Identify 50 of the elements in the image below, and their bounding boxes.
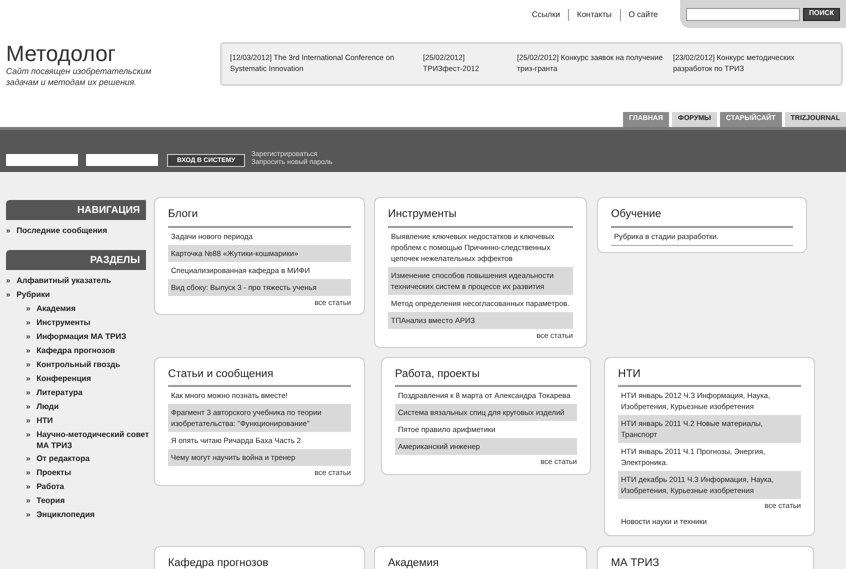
sidebar-heading: НАВИГАЦИЯ <box>6 200 146 220</box>
bullet-icon: » <box>26 429 30 451</box>
sidebar-link[interactable]: Информация МА ТРИЗ <box>36 331 126 343</box>
bullet-icon: » <box>26 509 30 521</box>
bullet-icon: » <box>26 467 30 479</box>
sidebar-link[interactable]: Рубрики <box>16 289 50 301</box>
sidebar-link[interactable]: Инструменты <box>36 317 90 329</box>
top-link[interactable]: Ссылки <box>524 9 568 21</box>
bullet-icon: » <box>6 225 10 237</box>
sidebar-link[interactable]: Литература <box>36 387 82 399</box>
sidebar-link[interactable]: Теория <box>36 495 65 507</box>
panel-title: Кафедра прогнозов <box>168 554 351 569</box>
sidebar-link[interactable]: Люди <box>36 401 59 413</box>
site-tagline: Сайт посвящен изобретательским задачам и методам их решения. <box>6 66 152 88</box>
password-field[interactable] <box>86 154 158 166</box>
bullet-icon: » <box>26 453 30 465</box>
sidebar-link[interactable]: Проекты <box>36 467 72 479</box>
bullet-icon: » <box>26 415 30 427</box>
search-field[interactable] <box>686 8 800 20</box>
panel-title: Академия <box>388 554 573 569</box>
sidebar-link[interactable]: Последние сообщения <box>16 225 108 237</box>
bullet-icon: » <box>6 275 10 287</box>
bullet-icon: » <box>26 401 30 413</box>
username-field[interactable] <box>6 154 78 166</box>
sidebar-link[interactable]: Кафедра прогнозов <box>36 345 115 357</box>
panel-title: МА ТРИЗ <box>611 554 800 569</box>
sidebar-link[interactable]: Контрольный гвоздь <box>36 359 120 371</box>
site-logo[interactable]: Методолог <box>6 42 214 66</box>
bullet-icon: » <box>26 303 30 315</box>
bullet-icon: » <box>26 317 30 329</box>
bullet-icon: » <box>26 495 30 507</box>
sidebar-link[interactable]: Энциклопедия <box>36 509 95 521</box>
sidebar-link[interactable]: Научно-методический совет МА ТРИЗ <box>36 429 154 451</box>
bullet-icon: » <box>26 373 30 385</box>
bullet-icon: » <box>6 289 10 301</box>
bullet-icon: » <box>26 331 30 343</box>
sidebar-link[interactable]: Академия <box>36 303 76 315</box>
bullet-icon: » <box>26 359 30 371</box>
bullet-icon: » <box>26 481 30 493</box>
sidebar-link[interactable]: Работа <box>36 481 64 493</box>
bullet-icon: » <box>26 387 30 399</box>
top-link[interactable]: О сайте <box>620 9 666 21</box>
sidebar-link[interactable]: Алфавитный указатель <box>16 275 112 287</box>
sidebar-link[interactable]: От редактора <box>36 453 90 465</box>
bullet-icon: » <box>26 345 30 357</box>
sidebar-heading: РАЗДЕЛЫ <box>6 250 146 270</box>
sidebar-link[interactable]: Конференция <box>36 373 92 385</box>
top-link[interactable]: Контакты <box>568 9 620 21</box>
panel-title: Обучение <box>611 206 793 228</box>
sidebar-link[interactable]: НТИ <box>36 415 53 427</box>
